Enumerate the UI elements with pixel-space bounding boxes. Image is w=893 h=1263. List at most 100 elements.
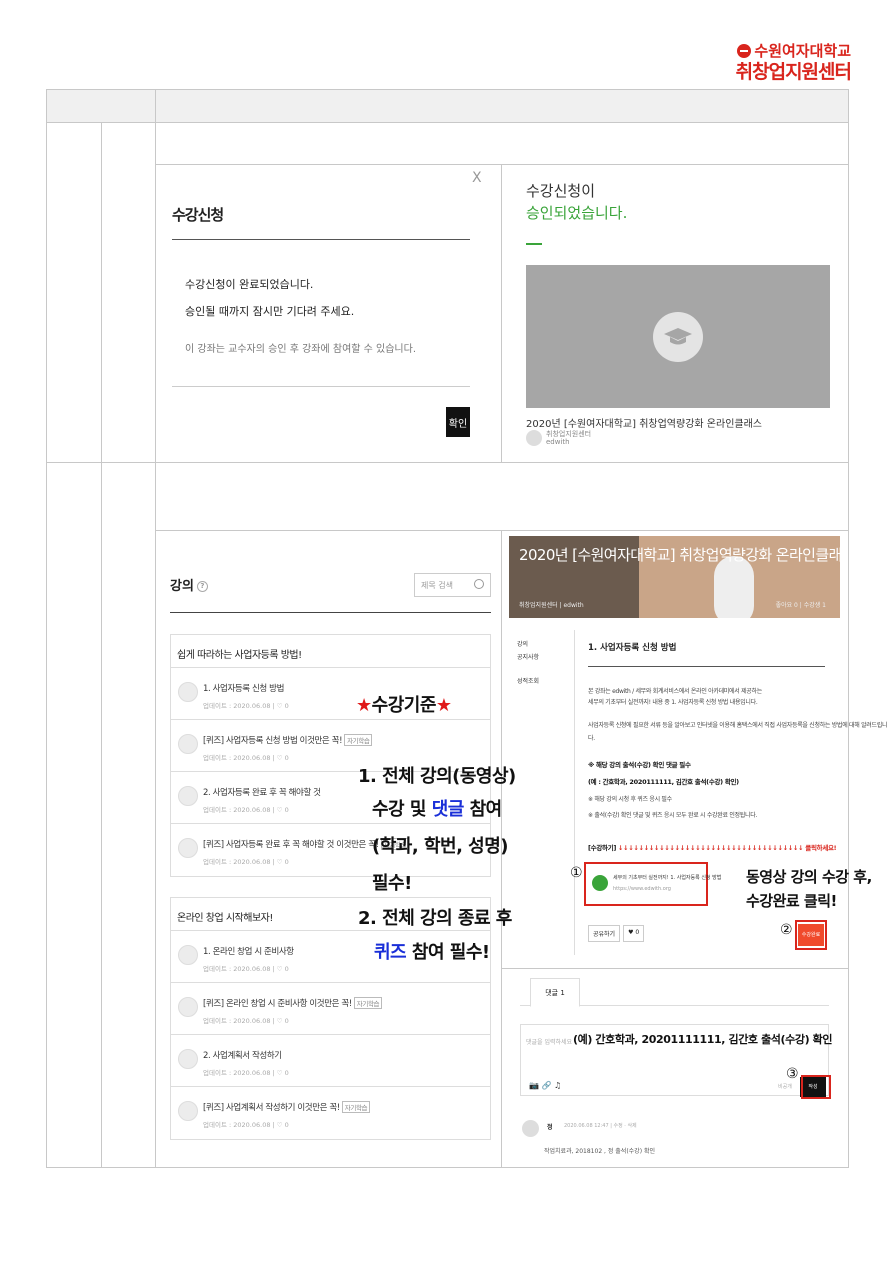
lesson-text: 본 강좌는 edwith / 세무와 회계서비스에서 온라인 아카데미에서 제공… (588, 688, 762, 695)
lecture-item[interactable]: [퀴즈] 사업자등록 신청 방법 이것만은 꼭! 자기학습 업데이트 : 2020.… (171, 720, 490, 772)
approval-message: 수강신청이 승인되었습니다. (526, 180, 627, 245)
nav-item-notices[interactable]: 공지사항 (517, 653, 539, 663)
quiz-icon (178, 1101, 198, 1121)
instruction-line: 수강완료 클릭! (746, 892, 837, 910)
banner-image (714, 556, 754, 618)
approval-line1: 수강신청이 (526, 182, 596, 200)
lecture-title: 1. 사업자등록 신청 방법 (203, 684, 284, 694)
quiz-icon (178, 734, 198, 754)
watch-instruction: [수강하기] ↓↓↓↓↓↓↓↓↓↓↓↓↓↓↓↓↓↓↓↓↓↓↓↓↓↓↓↓↓↓↓↓↓… (588, 842, 837, 852)
share-button[interactable]: 공유하기 (588, 925, 621, 942)
criteria-highlight: 퀴즈 (374, 942, 407, 963)
video-link-title: 세무의 기초부터 실전까지! 1. 사업자등록 신청 방법 (613, 875, 722, 881)
lecture-item[interactable]: [퀴즈] 온라인 창업 시 준비사항 이것만은 꼭! 자기학습 업데이트 : 202… (171, 983, 490, 1035)
column-divider (155, 89, 156, 1168)
modal-title: 수강신청 (172, 206, 224, 224)
criteria-heading: ★수강기준★ (356, 695, 452, 717)
instruction-line: 동영상 강의 수강 후, (746, 868, 872, 886)
search-input[interactable]: 제목 검색 (414, 573, 491, 597)
like-button[interactable]: ♥ 0 (623, 925, 645, 942)
comment-author: 정 (547, 1124, 553, 1131)
author-name: 취창업지원센터 (546, 430, 592, 438)
lecture-tag: 자기학습 (341, 1101, 371, 1113)
submit-highlight (801, 1075, 831, 1099)
banner-meta: 취창업지원센터 | edwith (519, 602, 584, 609)
lecture-date: 업데이트 : 2020.06.08 | ♡ 0 (203, 1069, 289, 1077)
avatar (522, 1120, 539, 1137)
watch-click: 클릭하세요! (805, 844, 837, 852)
criteria-line: 수강 및 댓글 참여 (372, 799, 502, 821)
search-icon[interactable] (474, 579, 484, 589)
video-icon (178, 945, 198, 965)
criteria-line: 1. 전체 강의(동영상) (358, 766, 516, 787)
author-sub: edwith (546, 438, 570, 446)
divider (588, 666, 825, 667)
video-link-card[interactable]: 세무의 기초부터 실전까지! 1. 사업자등록 신청 방법 https://ww… (584, 862, 721, 906)
lecture-title: [퀴즈] 사업계획서 작성하기 이것만은 꼭! (203, 1103, 340, 1113)
logo-line2: 취창업지원센터 (735, 61, 852, 83)
course-thumbnail[interactable] (526, 265, 830, 408)
video-link-icon (592, 875, 608, 891)
star-icon: ★ (435, 695, 452, 716)
lecture-title: [퀴즈] 온라인 창업 시 준비사항 이것만은 꼭! (203, 999, 352, 1009)
lecture-heading: 강의? (170, 575, 208, 594)
table-header (47, 90, 848, 123)
criteria-highlight: 댓글 (431, 799, 465, 820)
down-arrows-icon: ↓↓↓↓↓↓↓↓↓↓↓↓↓↓↓↓↓↓↓↓↓↓↓↓↓↓↓↓↓↓↓↓↓↓↓↓ (618, 844, 804, 852)
column-divider (501, 164, 502, 462)
tab-comments[interactable]: 댓글 1 (530, 978, 580, 1007)
lesson-rule: ※ 해당 강의 시청 후 퀴즈 응시 필수 (588, 796, 672, 803)
lecture-title: [퀴즈] 사업자등록 완료 후 꼭 해야할 것 이것만은 꼭! (203, 840, 379, 850)
lecture-item[interactable]: [퀴즈] 사업계획서 작성하기 이것만은 꼭! 자기학습업데이트 : 2020.0… (171, 1087, 490, 1139)
lecture-title: 1. 온라인 창업 시 준비사항 (203, 947, 294, 957)
avatar (526, 430, 542, 446)
lesson-title: 1. 사업자등록 신청 방법 (588, 643, 677, 653)
criteria-text: 수강 및 (372, 799, 432, 820)
section-title[interactable]: 쉽게 따라하는 사업자등록 방법! (171, 635, 490, 668)
lecture-heading-label: 강의 (170, 579, 194, 594)
step-number: ② (780, 922, 793, 938)
course-title[interactable]: 2020년 [수원여자대학교] 취창업역량강화 온라인클래스 (526, 415, 762, 430)
lecture-title: [퀴즈] 사업자등록 신청 방법 이것만은 꼭! (203, 736, 343, 746)
criteria-text: 참여 필수! (406, 942, 490, 963)
comment-placeholder: 댓글을 입력하세요 (526, 1039, 573, 1046)
university-logo: 수원여자대학교 취창업지원센터 (735, 40, 852, 83)
banner-stats: 좋아요 0 | 수강생 1 (775, 602, 826, 609)
lecture-date: 업데이트 : 2020.06.08 | ♡ 0 (203, 1121, 289, 1129)
quiz-icon (178, 838, 198, 858)
comment-time: 2020.06.08 12:47 | 수정 · 삭제 (564, 1123, 637, 1129)
criteria-line: 퀴즈 참여 필수! (374, 942, 490, 964)
confirm-button[interactable]: 확인 (446, 407, 470, 437)
close-icon[interactable]: X (472, 170, 482, 186)
nav-item-grades[interactable]: 성적조회 (517, 677, 539, 687)
nav-item-lectures[interactable]: 강의 (517, 640, 539, 650)
lecture-date: 업데이트 : 2020.06.08 | ♡ 0 (203, 965, 289, 973)
criteria-label: 수강기준 (371, 695, 437, 716)
row-divider (155, 530, 849, 531)
private-checkbox[interactable]: 비공개 (778, 1083, 792, 1090)
criteria-line: 2. 전체 강의 종료 후 (358, 908, 512, 929)
enroll-modal: X 수강신청 수강신청이 완료되었습니다. 승인될 때까지 잠시만 기다려 주세… (158, 166, 494, 456)
lesson-text: 사업자등록 신청에 필요한 서류 등을 알아보고 인터넷을 이용해 홈택스에서 … (588, 722, 888, 729)
lesson-rule: ※ 출석(수강) 확인 댓글 및 퀴즈 응시 모두 완료 시 수강완료 인정됩니… (588, 812, 758, 819)
lecture-date: 업데이트 : 2020.06.08 | ♡ 0 (203, 806, 289, 814)
criteria-text: 참여 (463, 799, 503, 820)
lecture-date: 업데이트 : 2020.06.08 | ♡ 0 (203, 858, 289, 866)
step-number: ① (570, 865, 583, 881)
lecture-item[interactable]: 2. 사업계획서 작성하기업데이트 : 2020.06.08 | ♡ 0 (171, 1035, 490, 1087)
lesson-text: 세무의 기초부터 실전까지! 내용 중 1. 사업자등록 신청 방법 내용입니다… (588, 699, 758, 706)
modal-message: 승인될 때까지 잠시만 기다려 주세요. (185, 305, 355, 318)
comment-text: 작업치료과, 2018102 , 정 출석(수강) 확인 (544, 1148, 655, 1155)
star-icon: ★ (356, 695, 372, 716)
criteria-line: (학과, 학번, 성명) (372, 836, 509, 857)
help-icon[interactable]: ? (196, 581, 208, 592)
lecture-section: 온라인 창업 시작해보자! 1. 온라인 창업 시 준비사항 업데이트 : 202… (170, 897, 491, 1140)
accent-dash (526, 243, 542, 245)
comment-tools-icon[interactable]: 📷 🔗 ♫ (529, 1081, 561, 1090)
lecture-date: 업데이트 : 2020.06.08 | ♡ 0 (203, 1017, 289, 1025)
comment-example: (예) 간호학과, 20201111111, 김간호 출석(수강) 확인 (573, 1033, 833, 1046)
complete-button[interactable]: 수강완료 (798, 924, 824, 946)
divider (172, 239, 470, 240)
course-side-nav: 강의 공지사항 성적조회 (517, 640, 539, 690)
lecture-title: 2. 사업계획서 작성하기 (203, 1051, 282, 1061)
